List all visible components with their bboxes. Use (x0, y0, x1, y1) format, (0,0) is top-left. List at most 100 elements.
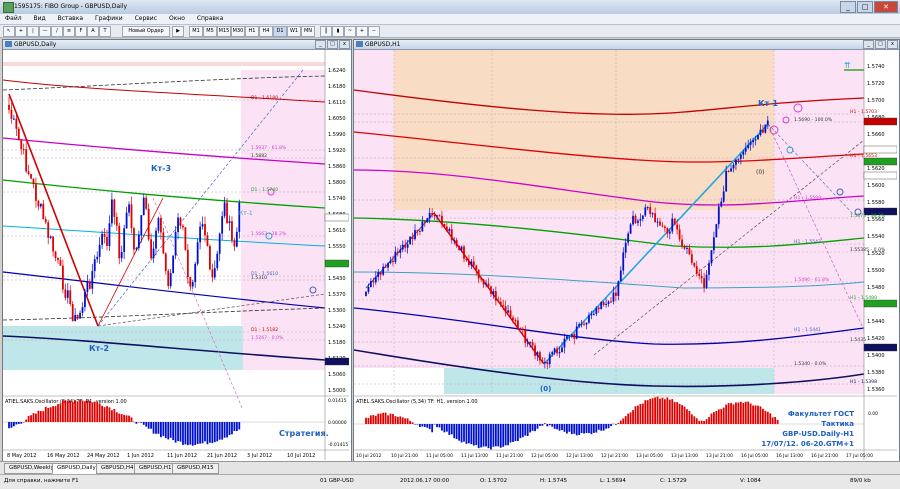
osc-bar (524, 424, 527, 436)
line-chart-icon[interactable]: ~ (344, 26, 356, 37)
label-zero: (0) (540, 385, 551, 393)
tab-weekly[interactable]: GBPUSD,Weekly (4, 463, 59, 474)
osc-bar (120, 414, 123, 422)
cursor-icon[interactable]: ↖ (3, 26, 15, 37)
timeframe-h1[interactable]: H1 (245, 26, 259, 37)
vertical-line-icon[interactable]: | (27, 26, 39, 37)
osc-bar (747, 401, 750, 424)
maximize-button[interactable]: □ (857, 1, 873, 13)
price-tick: 1.5740 (867, 64, 885, 70)
osc-bar (641, 403, 644, 424)
chart-daily-canvas[interactable]: Кт-3 Кт-2 Кт-1 1.6240 1.6180 1.6110 1.6050 1… (3, 50, 349, 460)
candle-body (664, 226, 666, 229)
zoom-out-icon[interactable]: − (368, 26, 380, 37)
text-icon[interactable]: A (87, 26, 99, 37)
osc-bar (128, 415, 130, 422)
chart-daily-minimize-button[interactable]: _ (315, 40, 326, 49)
channel-icon[interactable]: ≡ (63, 26, 75, 37)
candle-body (480, 278, 483, 280)
level-label: 1.5340 - 0.0% (794, 361, 827, 367)
osc-bar (172, 422, 175, 441)
crosshair-icon[interactable]: + (15, 26, 27, 37)
osc-tick: 0.01415 (328, 398, 347, 404)
date-tick: 10 Jul 2012 (287, 453, 315, 459)
osc-bar (539, 424, 541, 426)
candles-icon[interactable]: ▮ (332, 26, 344, 37)
tab-m15[interactable]: GBPUSD,M15 (172, 463, 219, 474)
menu-insert[interactable]: Вставка (53, 14, 88, 23)
menu-file[interactable]: Файл (0, 14, 27, 23)
trendline-icon[interactable]: / (51, 26, 63, 37)
menu-view[interactable]: Вид (29, 14, 51, 23)
horizontal-line-icon[interactable]: — (39, 26, 51, 37)
timeframe-h4[interactable]: H4 (259, 26, 273, 37)
osc-bar (169, 422, 172, 438)
osc-bar (617, 422, 620, 424)
candle-body (715, 224, 718, 238)
chart-window-daily[interactable]: GBPUSD,Daily _ □ x Кт-3 Кт-2 Кт-1 1.6240… (2, 39, 352, 462)
fibo-icon[interactable]: F (75, 26, 87, 37)
zoom-in-icon[interactable]: + (356, 26, 368, 37)
candle-body (421, 221, 424, 232)
candle-body (135, 248, 138, 250)
osc-bar (441, 424, 443, 431)
candle-body (367, 287, 370, 292)
label-icon[interactable]: T (99, 26, 111, 37)
candle-body (431, 212, 434, 215)
bar-chart-icon[interactable]: ┃ (320, 26, 332, 37)
status-low: L: 1.5694 (600, 478, 626, 484)
chart-h1-close-button[interactable]: x (887, 40, 898, 49)
candle-body (492, 291, 495, 294)
osc-bar (404, 418, 407, 424)
chart-daily-close-button[interactable]: x (339, 40, 350, 49)
timeframe-w1[interactable]: W1 (287, 26, 301, 37)
candle-body (514, 320, 517, 322)
osc-bar (98, 403, 101, 422)
osc-bar (145, 422, 148, 427)
candle-body (226, 202, 228, 224)
chart-window-h1[interactable]: GBPUSD,H1 _ □ x Кт-1 (0) (0) ⇈ 1.5740 1.… (353, 39, 900, 462)
tab-h1[interactable]: GBPUSD,H1 (134, 463, 177, 474)
menu-help[interactable]: Справка (192, 14, 228, 23)
osc-bar (155, 422, 157, 434)
price-tag (324, 259, 349, 268)
candle-body (62, 265, 64, 290)
chart-h1-maximize-button[interactable]: □ (875, 40, 886, 49)
osc-bar (700, 420, 703, 424)
new-order-button[interactable]: Новый Ордер (122, 26, 170, 37)
candle-body (160, 218, 162, 233)
candle-body (52, 236, 54, 252)
osc-bar (453, 424, 456, 439)
price-tick: 1.5240 (328, 324, 346, 330)
candle-body (539, 352, 541, 361)
osc-bar (732, 404, 735, 424)
osc-bar (546, 424, 549, 427)
osc-bar (588, 424, 590, 433)
osc-bar (698, 420, 701, 424)
candle-body (592, 313, 595, 315)
menu-charts[interactable]: Графики (90, 14, 128, 23)
timeframe-mn[interactable]: MN (301, 26, 315, 37)
menu-window[interactable]: Окно (164, 14, 190, 23)
osc-bar (8, 422, 10, 429)
close-button[interactable]: ✕ (874, 1, 898, 13)
tab-daily[interactable]: GBPUSD,Daily (52, 463, 101, 474)
candle-body (142, 197, 145, 216)
tab-h4[interactable]: GBPUSD,H4 (96, 463, 139, 474)
timeframe-m5[interactable]: M5 (203, 26, 217, 37)
minimize-button[interactable]: _ (840, 1, 856, 13)
expert-advisors-icon[interactable]: ▶ (172, 26, 184, 37)
chart-h1-canvas[interactable]: Кт-1 (0) (0) ⇈ ⇊ 1.57401.57201.57001.568… (354, 50, 897, 460)
chart-h1-minimize-button[interactable]: _ (863, 40, 874, 49)
chart-daily-maximize-button[interactable]: □ (327, 40, 338, 49)
osc-bar (676, 402, 679, 424)
price-tick: 1.5000 (328, 388, 346, 394)
timeframe-m1[interactable]: M1 (189, 26, 203, 37)
timeframe-d1[interactable]: D1 (273, 26, 287, 37)
candle-body (113, 199, 116, 217)
candle-body (372, 281, 375, 283)
status-close: C: 1.5729 (660, 478, 687, 484)
timeframe-m30[interactable]: M30 (231, 26, 245, 37)
menu-tools[interactable]: Сервис (130, 14, 162, 23)
timeframe-m15[interactable]: M15 (217, 26, 231, 37)
